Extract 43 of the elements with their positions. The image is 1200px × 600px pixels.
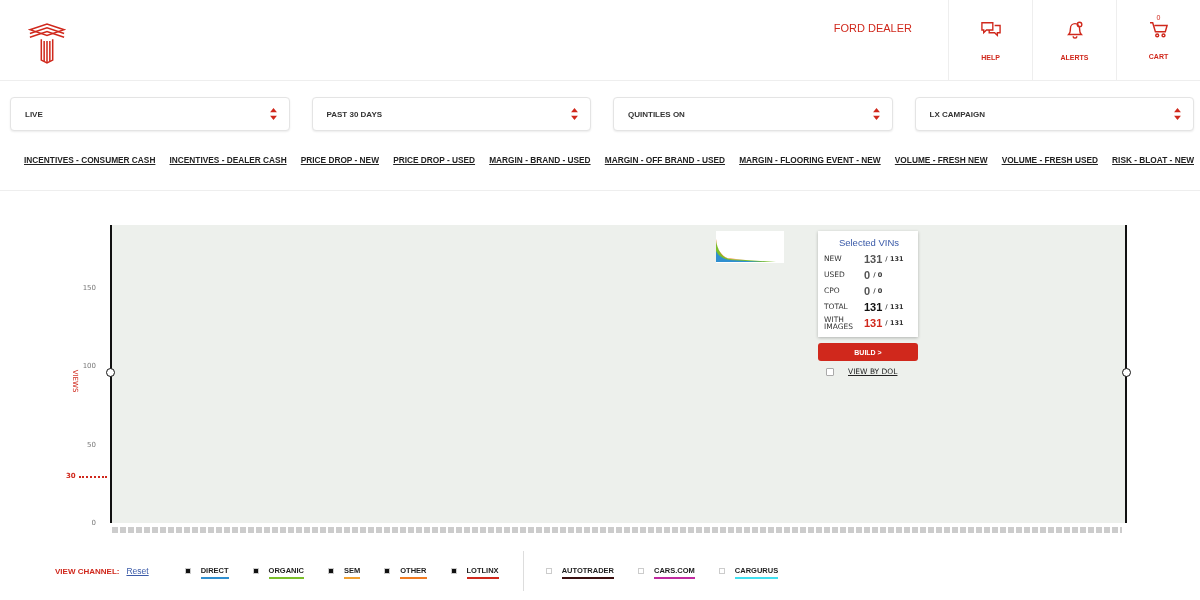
reset-link[interactable]: Reset bbox=[126, 566, 149, 576]
dropdown-select[interactable]: LX CAMPAIGN bbox=[914, 97, 1194, 131]
dropdown-select[interactable]: PAST 30 DAYS bbox=[311, 97, 591, 131]
campaign-link[interactable]: VOLUME - FRESH USED bbox=[1001, 155, 1098, 165]
card-title: Selected VINs bbox=[837, 237, 901, 248]
campaign-link[interactable]: RISK - BLOAT - NEW bbox=[1112, 155, 1194, 165]
count-value: 131 bbox=[864, 301, 883, 313]
count-value: 0 bbox=[864, 269, 871, 281]
channel-checkbox[interactable] bbox=[328, 568, 334, 574]
channel-checkbox[interactable] bbox=[450, 568, 457, 574]
logo-icon[interactable] bbox=[28, 22, 66, 64]
count-value: 131 bbox=[864, 317, 883, 329]
checkbox[interactable] bbox=[826, 367, 834, 376]
dealer-name: FORD DEALER bbox=[833, 22, 912, 34]
channel-checkbox[interactable] bbox=[184, 568, 191, 574]
channel-checkbox[interactable] bbox=[638, 568, 644, 574]
sort-arrows-icon bbox=[269, 108, 277, 120]
count-value: 0 bbox=[864, 285, 871, 297]
range-handle[interactable] bbox=[1122, 368, 1131, 378]
campaign-link[interactable]: PRICE DROP - USED bbox=[393, 155, 476, 165]
campaign-link[interactable]: MARGIN - OFF BRAND - USED bbox=[604, 155, 726, 165]
sort-arrows-icon bbox=[872, 108, 880, 120]
channel-checkbox[interactable] bbox=[718, 568, 725, 574]
campaign-link[interactable]: MARGIN - BRAND - USED bbox=[489, 155, 591, 165]
campaign-link[interactable]: VOLUME - FRESH NEW bbox=[894, 155, 988, 165]
campaign-link[interactable]: INCENTIVES - CONSUMER CASH bbox=[24, 155, 156, 165]
cart-icon bbox=[1147, 20, 1170, 39]
channel-checkbox[interactable] bbox=[252, 568, 259, 574]
channel-checkbox[interactable] bbox=[545, 568, 552, 574]
channel-checkbox[interactable] bbox=[384, 568, 391, 574]
range-handle[interactable] bbox=[106, 368, 115, 378]
sort-arrows-icon bbox=[1174, 108, 1181, 120]
threshold-dots bbox=[79, 475, 107, 478]
campaign-link[interactable]: INCENTIVES - DEALER CASH bbox=[169, 155, 287, 165]
chart-thumbnail bbox=[716, 231, 784, 263]
chat-bubbles-icon bbox=[979, 19, 1002, 40]
campaign-link[interactable]: PRICE DROP - NEW bbox=[300, 155, 379, 165]
view-channel-label: VIEW CHANNEL: bbox=[55, 566, 120, 576]
count-value: 131 bbox=[864, 253, 883, 265]
dropdown-select[interactable]: LIVE bbox=[10, 97, 290, 131]
campaign-link[interactable]: MARGIN - FLOORING EVENT - NEW bbox=[739, 155, 881, 165]
dropdown-select[interactable]: QUINTILES ON bbox=[613, 97, 893, 131]
sort-arrows-icon bbox=[571, 108, 578, 120]
